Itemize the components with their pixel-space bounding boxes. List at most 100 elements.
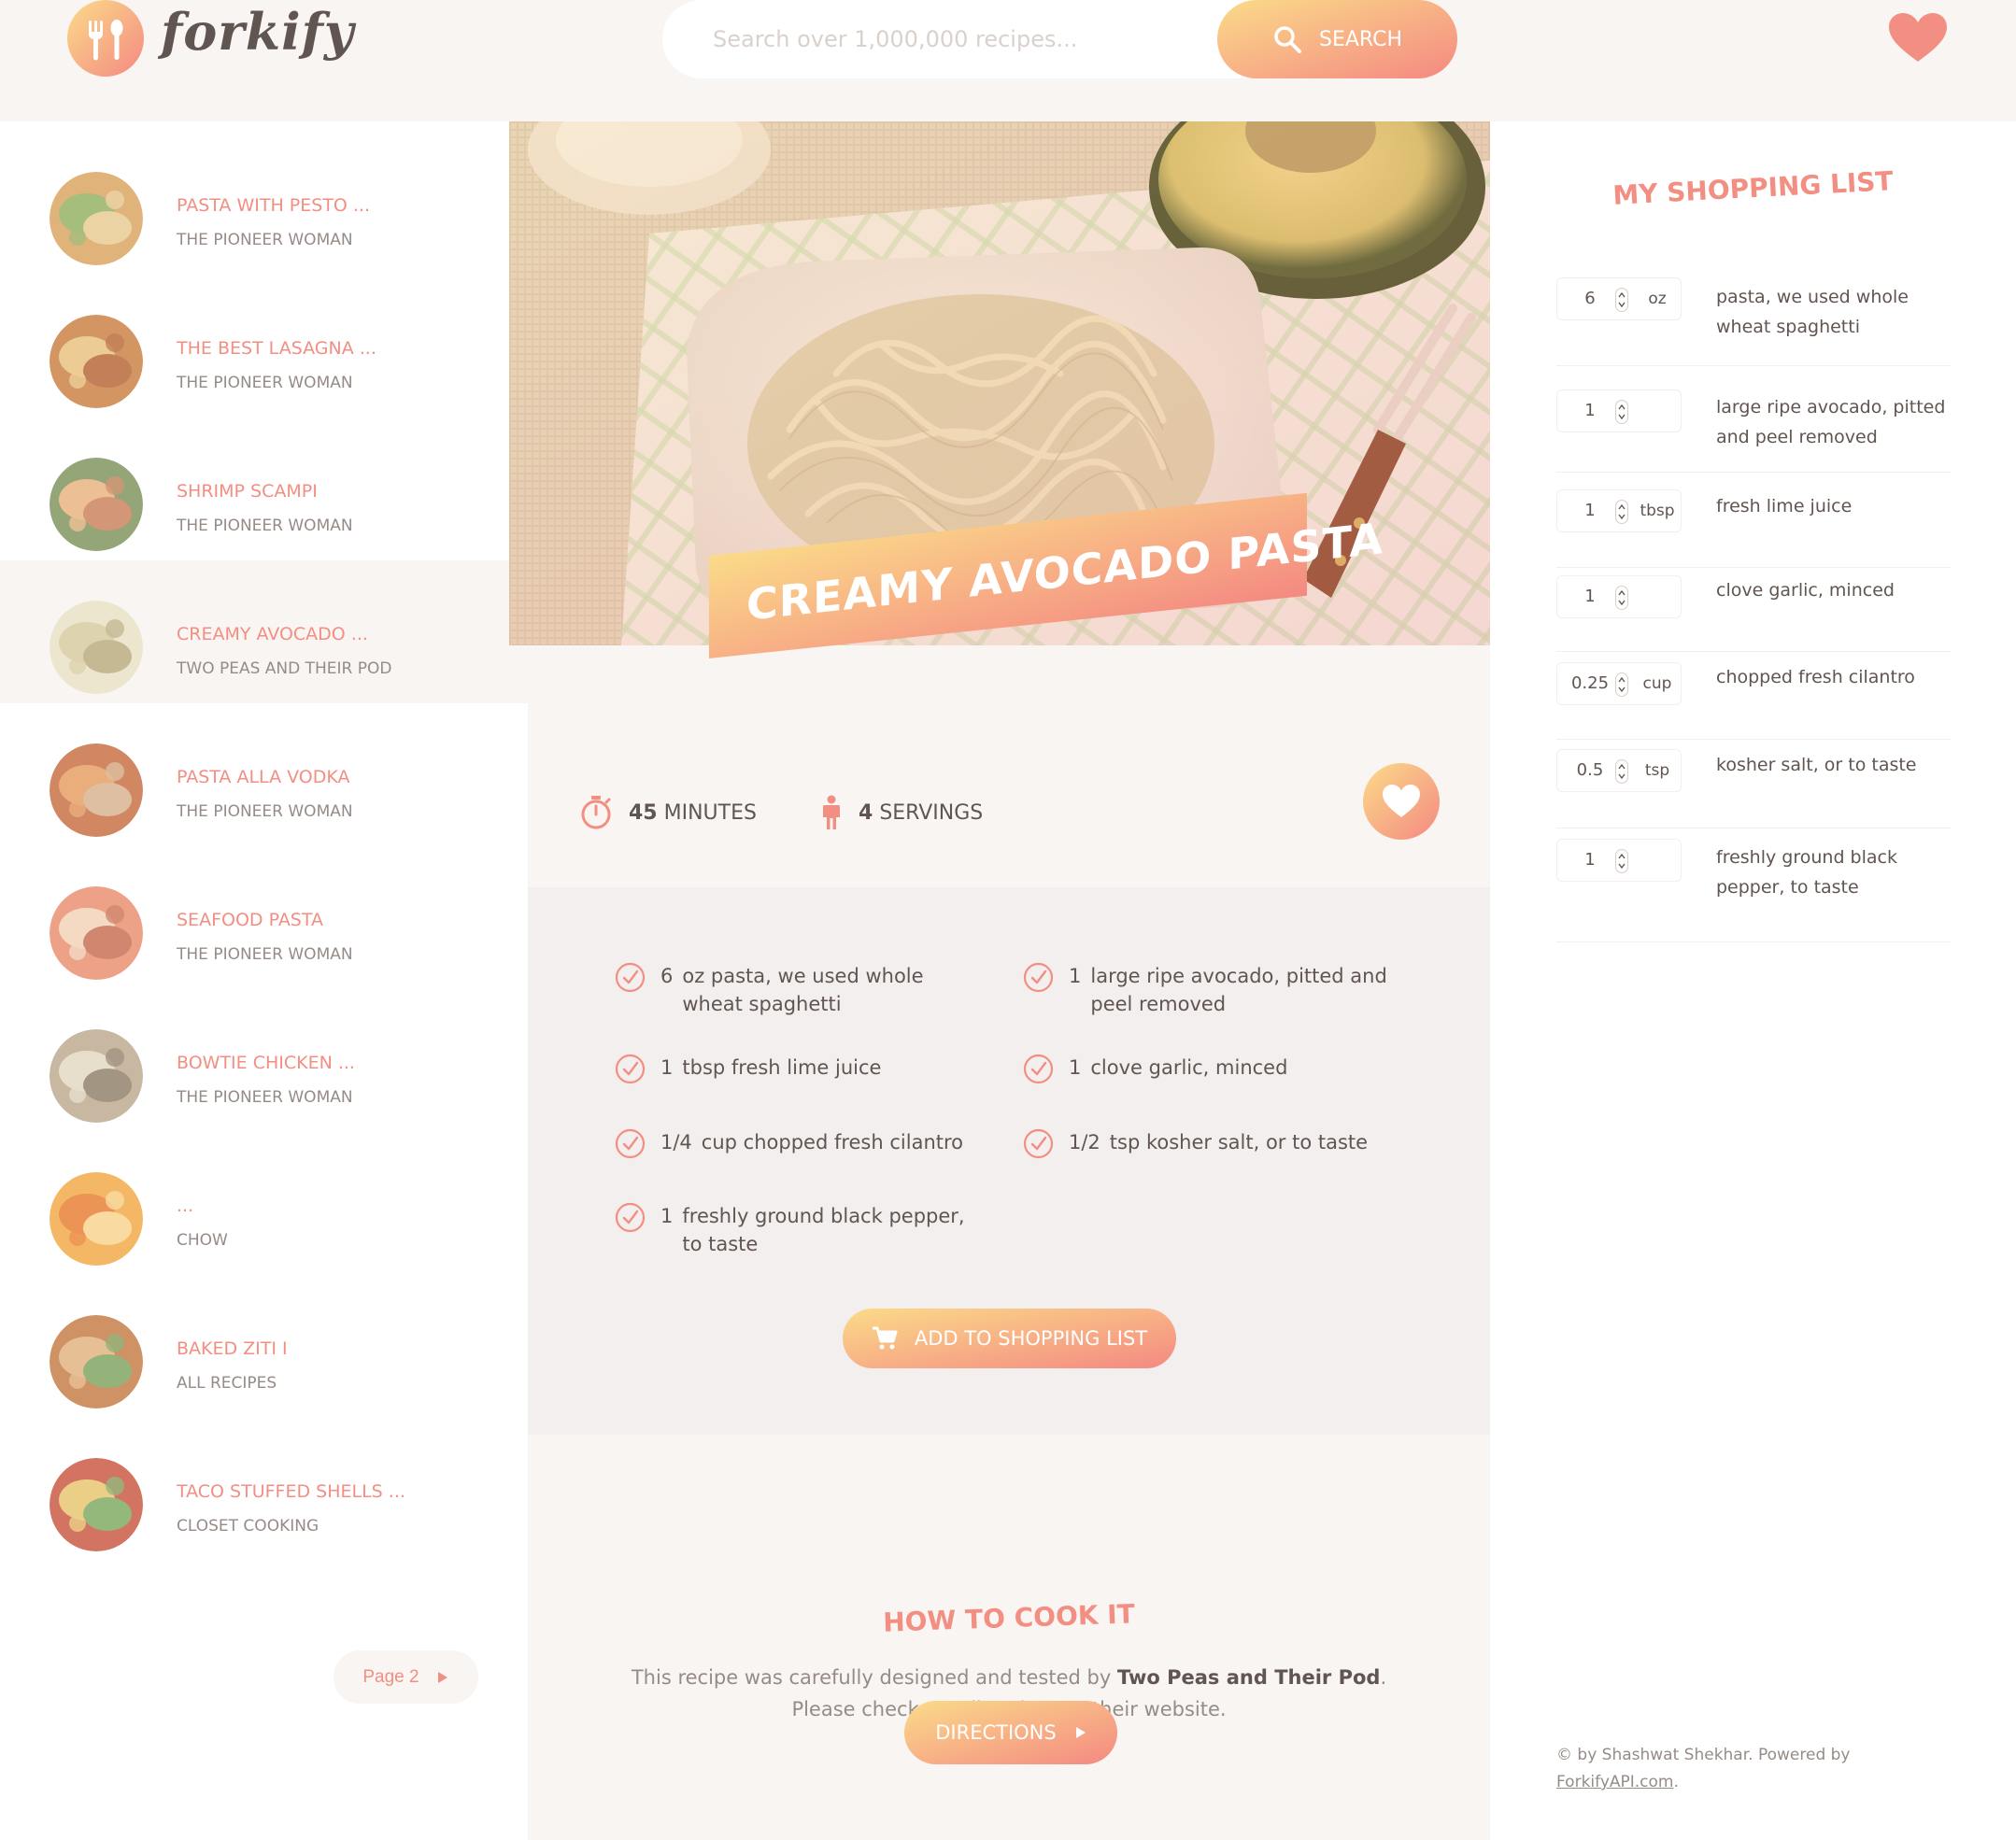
spinner-arrows-icon[interactable] <box>1615 759 1628 784</box>
result-item[interactable]: BOWTIE CHICKEN ... THE PIONEER WOMAN <box>0 989 528 1132</box>
ingredient-description: freshly ground black pepper, to taste <box>682 1205 965 1255</box>
result-item[interactable]: SHRIMP SCAMPI THE PIONEER WOMAN <box>0 418 528 560</box>
shopping-item: 0.25 cup chopped fresh cilantro <box>1556 651 1951 740</box>
shopping-count-value[interactable]: 1 <box>1557 490 1623 531</box>
result-item[interactable]: SEAFOOD PASTA THE PIONEER WOMAN <box>0 846 528 989</box>
recipe-love-button[interactable] <box>1363 763 1440 840</box>
directions-button[interactable]: DIRECTIONS <box>904 1701 1117 1764</box>
search-results: PASTA WITH PESTO ... THE PIONEER WOMAN THE… <box>0 121 528 1840</box>
shopping-count-value[interactable]: 6 <box>1557 278 1623 319</box>
recipe-time: 45 MINUTES <box>580 738 757 887</box>
result-item[interactable]: CREAMY AVOCADO ... TWO PEAS AND THEIR POD <box>0 560 528 703</box>
forkify-api-link[interactable]: ForkifyAPI.com <box>1556 1773 1673 1791</box>
shopping-count-value[interactable]: 1 <box>1557 390 1623 432</box>
ingredient-quantity: 6 <box>660 965 674 987</box>
add-to-shopping-list-button[interactable]: ADD TO SHOPPING LIST <box>843 1309 1176 1368</box>
stopwatch-icon <box>581 796 611 829</box>
shopping-count-value[interactable]: 0.25 <box>1557 663 1623 704</box>
result-item[interactable]: ... CHOW <box>0 1132 528 1275</box>
search-input[interactable] <box>713 19 1199 60</box>
result-title: BAKED ZITI I <box>177 1338 288 1359</box>
result-title: PASTA ALLA VODKA <box>177 767 350 787</box>
shopping-count-value[interactable]: 1 <box>1557 840 1623 881</box>
copyright-text: © by Shashwat Shekhar. Powered by <box>1556 1746 1851 1764</box>
result-author: THE PIONEER WOMAN <box>177 802 353 821</box>
bookmarks-heart-icon[interactable] <box>1887 11 1949 64</box>
shopping-count-stepper[interactable]: 6 oz <box>1556 277 1682 320</box>
result-item[interactable]: BAKED ZITI I ALL RECIPES <box>0 1275 528 1418</box>
check-circle-icon <box>1023 1128 1054 1159</box>
result-thumbnail <box>50 458 143 551</box>
check-circle-icon <box>615 962 646 993</box>
search-button-label: SEARCH <box>1318 27 1402 51</box>
shopping-unit: tsp <box>1644 761 1670 780</box>
person-icon <box>823 795 840 829</box>
result-thumbnail <box>50 1315 143 1408</box>
shopping-unit <box>1638 840 1677 881</box>
result-title: SEAFOOD PASTA <box>177 910 324 930</box>
result-title: CREAMY AVOCADO ... <box>177 624 368 644</box>
shopping-item: 1 freshly ground black pepper, to taste <box>1556 828 1951 942</box>
how-to-cook: HOW TO COOK IT This recipe was carefully… <box>528 1435 1490 1840</box>
search-icon <box>1274 26 1301 53</box>
result-title: ... <box>177 1196 194 1216</box>
result-thumbnail <box>50 315 143 408</box>
result-author: TWO PEAS AND THEIR POD <box>177 659 392 678</box>
check-circle-icon <box>1023 962 1054 993</box>
ingredient-description: large ripe avocado, pitted and peel remo… <box>1090 965 1387 1015</box>
spinner-arrows-icon[interactable] <box>1615 849 1628 873</box>
spinner-arrows-icon[interactable] <box>1615 400 1628 424</box>
result-author: THE PIONEER WOMAN <box>177 374 353 392</box>
result-thumbnail <box>50 886 143 980</box>
result-item[interactable]: PASTA ALLA VODKA THE PIONEER WOMAN <box>0 703 528 846</box>
ingredient-description: cup chopped fresh cilantro <box>701 1131 964 1154</box>
recipe-publisher: Two Peas and Their Pod <box>1116 1666 1381 1689</box>
search-form: SEARCH <box>662 0 1457 78</box>
add-to-shopping-list-label: ADD TO SHOPPING LIST <box>914 1327 1148 1350</box>
recipe-servings: 4 SERVINGS <box>821 738 983 887</box>
shopping-count-value[interactable]: 1 <box>1557 576 1623 617</box>
ingredient-item: 1 large ripe avocado, pitted and peel rem… <box>1022 962 1396 1018</box>
spinner-arrows-icon[interactable] <box>1615 288 1628 312</box>
spinner-arrows-icon[interactable] <box>1615 500 1628 524</box>
result-item[interactable]: PASTA WITH PESTO ... THE PIONEER WOMAN <box>0 132 528 275</box>
recipe-time-unit: MINUTES <box>663 800 757 825</box>
ingredient-quantity: 1 <box>660 1056 674 1079</box>
check-circle-icon <box>1023 1054 1054 1084</box>
shopping-cart-icon <box>872 1326 898 1350</box>
pagination-next-button[interactable]: Page 2 <box>334 1650 478 1704</box>
shopping-count-stepper[interactable]: 0.25 cup <box>1556 662 1682 705</box>
search-button[interactable]: SEARCH <box>1217 0 1457 78</box>
shopping-unit <box>1638 390 1677 432</box>
recipe-time-value: 45 <box>629 800 658 825</box>
shopping-unit: cup <box>1642 674 1672 693</box>
shopping-count-stepper[interactable]: 1 tbsp <box>1556 489 1682 532</box>
spinner-arrows-icon[interactable] <box>1615 672 1628 697</box>
result-item[interactable]: THE BEST LASAGNA ... THE PIONEER WOMAN <box>0 275 528 418</box>
shopping-description: large ripe avocado, pitted and peel remo… <box>1716 397 1946 447</box>
shopping-unit <box>1638 576 1677 617</box>
recipe-details: 45 MINUTES 4 SERVINGS <box>528 738 1490 887</box>
shopping-count-stepper[interactable]: 0.5 tsp <box>1556 749 1682 792</box>
ingredient-quantity: 1/2 <box>1069 1131 1100 1154</box>
shopping-count-stepper[interactable]: 1 <box>1556 389 1682 432</box>
result-author: CLOSET COOKING <box>177 1517 319 1536</box>
logo[interactable]: forkify <box>65 0 353 77</box>
result-thumbnail <box>50 601 143 694</box>
shopping-count-stepper[interactable]: 1 <box>1556 839 1682 882</box>
result-title: THE BEST LASAGNA ... <box>177 338 376 359</box>
how-to-cook-heading: HOW TO COOK IT <box>882 1598 1136 1638</box>
triangle-right-icon <box>1075 1727 1086 1738</box>
ingredient-item: 1 clove garlic, minced <box>1022 1054 1396 1085</box>
ingredient-item: 1 tbsp fresh lime juice <box>614 1054 987 1085</box>
result-author: THE PIONEER WOMAN <box>177 517 353 535</box>
result-author: THE PIONEER WOMAN <box>177 231 353 249</box>
check-circle-icon <box>615 1054 646 1084</box>
shopping-item: 1 clove garlic, minced <box>1556 564 1951 652</box>
spinner-arrows-icon[interactable] <box>1615 586 1628 610</box>
shopping-count-stepper[interactable]: 1 <box>1556 575 1682 618</box>
ingredient-quantity: 1 <box>660 1205 674 1227</box>
heart-icon <box>1383 785 1420 817</box>
result-item[interactable]: TACO STUFFED SHELLS ... CLOSET COOKING <box>0 1418 528 1561</box>
shopping-count-value[interactable]: 0.5 <box>1557 750 1623 791</box>
